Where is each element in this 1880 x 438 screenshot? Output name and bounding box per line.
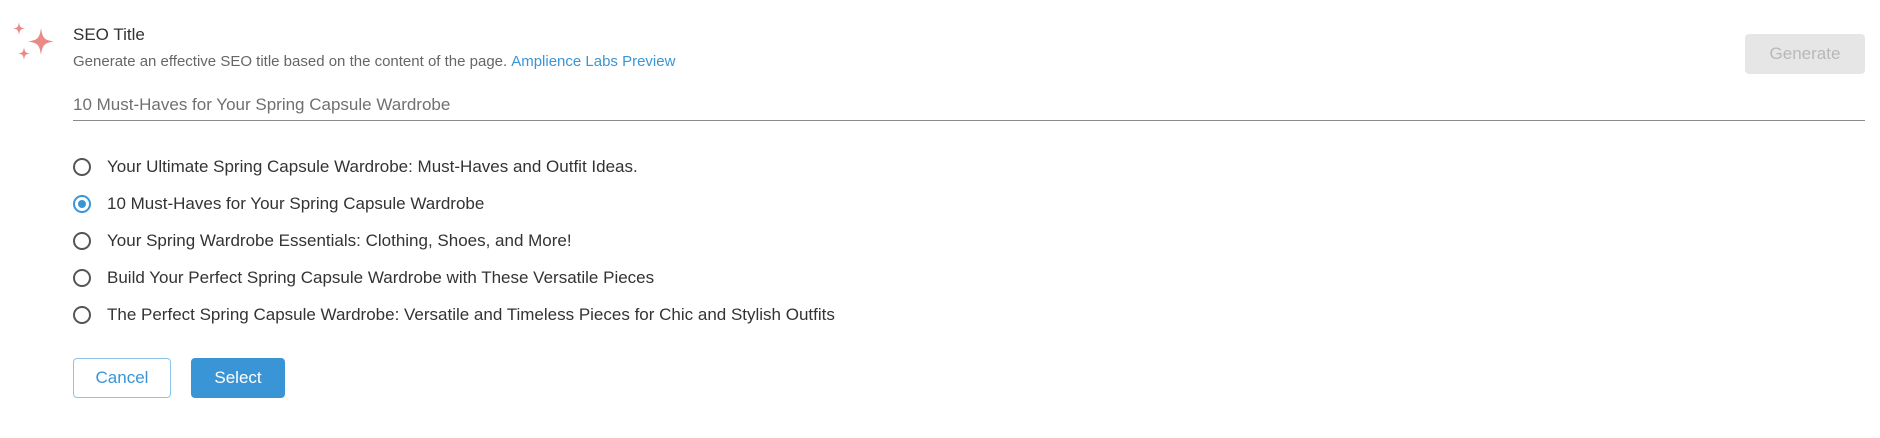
title-option[interactable]: The Perfect Spring Capsule Wardrobe: Ver… [73, 296, 1673, 333]
sparkle-icon [13, 22, 54, 60]
amplience-labs-preview-link[interactable]: Amplience Labs Preview [511, 53, 675, 70]
option-label: Your Spring Wardrobe Essentials: Clothin… [107, 230, 572, 250]
option-label: Build Your Perfect Spring Capsule Wardro… [107, 267, 655, 287]
title-option[interactable]: Your Ultimate Spring Capsule Wardrobe: M… [73, 148, 1673, 185]
option-label: The Perfect Spring Capsule Wardrobe: Ver… [107, 304, 835, 324]
radio-unchecked-icon[interactable] [73, 231, 91, 250]
description-text: Generate an effective SEO title based on… [73, 53, 508, 70]
option-label: 10 Must-Haves for Your Spring Capsule Wa… [107, 193, 485, 213]
select-button[interactable]: Select [191, 358, 285, 398]
cancel-button[interactable]: Cancel [73, 358, 171, 398]
generate-button[interactable]: Generate [1745, 34, 1865, 74]
seo-title-input[interactable] [73, 88, 1865, 121]
radio-unchecked-icon[interactable] [73, 268, 91, 287]
radio-checked-icon[interactable] [73, 194, 91, 213]
radio-unchecked-icon[interactable] [73, 305, 91, 324]
title-option[interactable]: Build Your Perfect Spring Capsule Wardro… [73, 259, 1673, 296]
title-option[interactable]: 10 Must-Haves for Your Spring Capsule Wa… [73, 185, 1673, 222]
option-label: Your Ultimate Spring Capsule Wardrobe: M… [107, 156, 638, 176]
title-options-group: Your Ultimate Spring Capsule Wardrobe: M… [73, 148, 1673, 333]
radio-unchecked-icon[interactable] [73, 157, 91, 176]
section-title: SEO Title [73, 25, 145, 44]
seo-title-header: SEO Title Generate an effective SEO titl… [73, 24, 1865, 72]
title-option[interactable]: Your Spring Wardrobe Essentials: Clothin… [73, 222, 1673, 259]
section-description: Generate an effective SEO title based on… [73, 52, 1865, 72]
